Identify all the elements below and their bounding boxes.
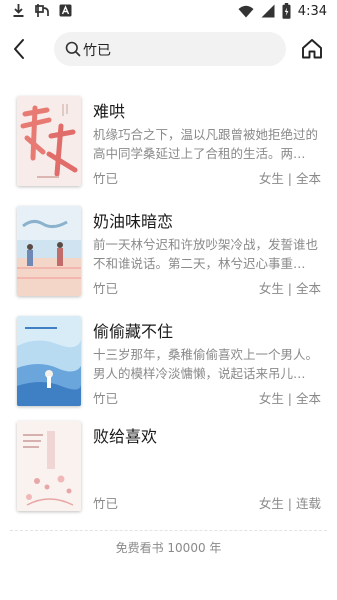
book-item[interactable]: 奶油味暗恋 前一天林兮迟和许放吵架冷战，发誓谁也不和谁说话。第二天，林兮迟心事重… (0, 206, 337, 306)
search-input[interactable]: 竹已 (54, 32, 286, 66)
status-bar: 4:34 (0, 0, 337, 26)
book-description: 十三岁那年，桑稚偷偷喜欢上一个男人。男人的模样冷淡慵懒，说起话来吊儿… (93, 347, 319, 381)
book-author: 竹已 (93, 496, 119, 511)
book-cover (17, 206, 81, 296)
book-meta: 女生 | 全本 (258, 391, 321, 406)
book-description: 前一天林兮迟和许放吵架冷战，发誓谁也不和谁说话。第二天，林兮迟心事重… (93, 237, 319, 271)
home-icon (300, 39, 324, 65)
book-item[interactable]: 难哄 机缘巧合之下，温以凡跟曾被她拒绝过的高中同学桑延过上了合租的生活。两… 竹… (0, 96, 337, 196)
home-button[interactable] (300, 37, 324, 61)
search-icon (65, 41, 81, 61)
book-item[interactable]: 败给喜欢 竹已 女生 | 连载 (0, 421, 337, 521)
search-header: 竹已 (0, 30, 337, 68)
status-left-icons (12, 3, 72, 18)
book-title: 败给喜欢 (93, 427, 158, 446)
status-right-icons: 4:34 (238, 3, 327, 19)
book-author: 竹已 (93, 391, 119, 406)
wifi-icon (238, 5, 254, 18)
footer-text: 免费看书 10000 年 (115, 541, 222, 555)
app-notification-icon (34, 3, 50, 18)
book-cover (17, 421, 81, 511)
book-cover (17, 96, 81, 186)
book-description (93, 450, 322, 488)
book-title: 难哄 (93, 102, 126, 121)
book-title: 偷偷藏不住 (93, 322, 174, 341)
chevron-left-icon (9, 39, 31, 65)
book-author: 竹已 (93, 171, 119, 186)
book-cover (17, 316, 81, 406)
app-badge-icon (59, 4, 72, 17)
list-divider (10, 530, 327, 531)
book-meta: 女生 | 全本 (258, 171, 321, 186)
download-icon (12, 3, 25, 18)
search-query: 竹已 (83, 43, 111, 59)
book-meta: 女生 | 全本 (258, 281, 321, 296)
book-item[interactable]: 偷偷藏不住 十三岁那年，桑稚偷偷喜欢上一个男人。男人的模样冷淡慵懒，说起话来吊儿… (0, 316, 337, 416)
book-title: 奶油味暗恋 (93, 212, 174, 231)
signal-icon (261, 4, 275, 18)
battery-icon (282, 3, 291, 19)
status-time: 4:34 (297, 3, 327, 19)
back-button[interactable] (9, 37, 31, 61)
book-author: 竹已 (93, 281, 119, 296)
book-meta: 女生 | 连载 (258, 496, 321, 511)
book-description: 机缘巧合之下，温以凡跟曾被她拒绝过的高中同学桑延过上了合租的生活。两… (93, 127, 319, 161)
